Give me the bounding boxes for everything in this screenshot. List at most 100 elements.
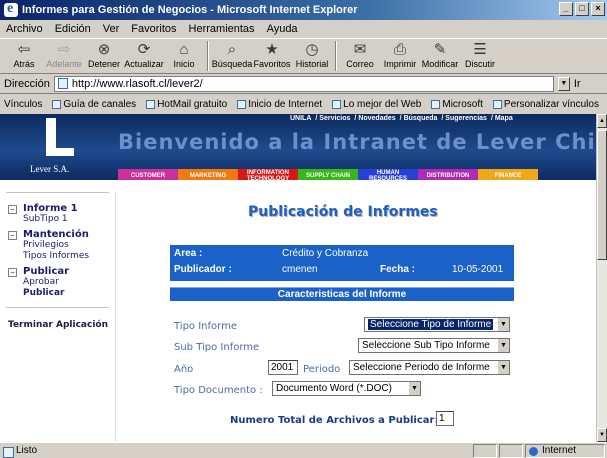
menu-edicion[interactable]: Edición bbox=[55, 23, 91, 35]
top-link-servicios[interactable]: Servicios bbox=[319, 115, 350, 122]
home-button[interactable]: ⌂ Inicio bbox=[164, 39, 204, 73]
edit-button[interactable]: ✎ Modificar bbox=[420, 39, 460, 73]
collapse-icon[interactable]: − bbox=[8, 268, 17, 277]
link-label: Guía de canales bbox=[63, 98, 137, 110]
status-cell bbox=[473, 443, 497, 458]
tree-label[interactable]: Publicar bbox=[23, 266, 69, 277]
scroll-up-icon[interactable]: ▲ bbox=[597, 114, 607, 128]
history-label: Historial bbox=[295, 59, 329, 69]
tree-item-publicar[interactable]: Publicar bbox=[23, 288, 69, 299]
tree-item-aprobar[interactable]: Aprobar bbox=[23, 277, 69, 288]
page-title: Publicación de Informes bbox=[248, 204, 438, 220]
nav-marketing[interactable]: MARKETING bbox=[178, 169, 238, 180]
page-icon bbox=[57, 78, 68, 89]
link-personalizar[interactable]: Personalizar vínculos bbox=[492, 99, 599, 110]
go-button[interactable]: Ir bbox=[574, 78, 581, 90]
menu-tree: − Informe 1 SubTipo 1 − Mantención Privi… bbox=[0, 193, 115, 299]
menu-ver[interactable]: Ver bbox=[103, 23, 120, 35]
forward-button[interactable]: ⇨ Adelante bbox=[44, 39, 84, 73]
scrollbar-thumb[interactable] bbox=[597, 130, 607, 260]
status-bar: Listo Internet bbox=[0, 442, 607, 458]
total-files-input[interactable]: 1 bbox=[436, 411, 454, 426]
menu-ayuda[interactable]: Ayuda bbox=[267, 23, 298, 35]
minimize-button[interactable]: _ bbox=[559, 2, 573, 16]
back-button[interactable]: ⇦ Atrás bbox=[4, 39, 44, 73]
refresh-label: Actualizar bbox=[124, 59, 164, 69]
menu-favoritos[interactable]: Favoritos bbox=[131, 23, 176, 35]
nav-finance[interactable]: FINANCE bbox=[478, 169, 538, 180]
stop-icon: ⊗ bbox=[97, 41, 111, 58]
anio-input[interactable]: 2001 bbox=[268, 360, 298, 375]
collapse-icon[interactable]: − bbox=[8, 231, 17, 240]
nav-information-technology[interactable]: INFORMATION TECHNOLOGY bbox=[238, 169, 298, 180]
tree-label[interactable]: Informe 1 bbox=[23, 203, 78, 214]
link-lo-mejor[interactable]: Lo mejor del Web bbox=[332, 99, 421, 110]
link-hotmail[interactable]: HotMail gratuito bbox=[146, 99, 227, 110]
stop-label: Detener bbox=[87, 59, 121, 69]
publish-form-area: Publicación de Informes Area : Crédito y… bbox=[140, 192, 596, 442]
tipo-informe-select[interactable]: Seleccione Tipo de Informe ▼ bbox=[364, 317, 510, 332]
link-label: Lo mejor del Web bbox=[343, 98, 422, 110]
menu-bar: Archivo Edición Ver Favoritos Herramient… bbox=[0, 20, 607, 38]
tree-item-privilegios[interactable]: Privilegios bbox=[23, 240, 89, 251]
chevron-down-icon: ▼ bbox=[408, 382, 420, 395]
tree-label[interactable]: Mantención bbox=[23, 229, 89, 240]
links-bar: Vínculos Guía de canales HotMail gratuit… bbox=[0, 94, 607, 114]
publisher-value: cmenen bbox=[282, 264, 318, 275]
top-link-mapa[interactable]: Mapa bbox=[495, 115, 513, 122]
top-link-unila[interactable]: UNILA bbox=[290, 115, 311, 122]
address-dropdown-button[interactable]: ▼ bbox=[557, 76, 570, 91]
vertical-scrollbar[interactable]: ▲ ▼ bbox=[596, 114, 607, 442]
periodo-value: Seleccione Periodo de Informe bbox=[353, 362, 490, 373]
search-button[interactable]: ⌕ Búsqueda bbox=[212, 39, 253, 73]
department-nav: CUSTOMER MARKETING INFORMATION TECHNOLOG… bbox=[118, 169, 538, 180]
exit-application-link[interactable]: Terminar Aplicación bbox=[0, 308, 115, 330]
tree-item-tipos-informes[interactable]: Tipos Informes bbox=[23, 251, 89, 262]
forward-label: Adelante bbox=[46, 59, 82, 69]
nav-distribution[interactable]: DISTRIBUTION bbox=[418, 169, 478, 180]
address-url: http://www.rlasoft.cl/lever2/ bbox=[71, 77, 203, 90]
menu-herramientas[interactable]: Herramientas bbox=[189, 23, 255, 35]
home-label: Inicio bbox=[173, 59, 195, 69]
history-button[interactable]: ◷ Historial bbox=[292, 39, 332, 73]
menu-archivo[interactable]: Archivo bbox=[6, 23, 43, 35]
top-link-busqueda[interactable]: Búsqueda bbox=[404, 115, 438, 122]
link-page-icon bbox=[237, 99, 247, 109]
discuss-button[interactable]: ☰ Discutir bbox=[460, 39, 500, 73]
mail-icon: ✉ bbox=[353, 41, 367, 58]
link-inicio-internet[interactable]: Inicio de Internet bbox=[237, 99, 322, 110]
nav-customer[interactable]: CUSTOMER bbox=[118, 169, 178, 180]
close-button[interactable]: × bbox=[591, 2, 605, 16]
top-link-sugerencias[interactable]: Sugerencias bbox=[445, 115, 487, 122]
address-input[interactable]: http://www.rlasoft.cl/lever2/ bbox=[53, 75, 554, 92]
printer-icon: ⎙ bbox=[393, 41, 406, 58]
tipo-documento-select[interactable]: Documento Word (*.DOC) ▼ bbox=[272, 381, 421, 396]
link-guia-canales[interactable]: Guía de canales bbox=[52, 99, 136, 110]
link-label: HotMail gratuito bbox=[157, 98, 228, 110]
top-link-novedades[interactable]: Novedades bbox=[358, 115, 395, 122]
stop-button[interactable]: ⊗ Detener bbox=[84, 39, 124, 73]
favorites-button[interactable]: ★ Favoritos bbox=[252, 39, 292, 73]
nav-supply-chain[interactable]: SUPPLY CHAIN bbox=[298, 169, 358, 180]
periodo-select[interactable]: Seleccione Periodo de Informe ▼ bbox=[349, 360, 510, 375]
ie-logo-icon bbox=[4, 0, 18, 19]
maximize-button[interactable]: □ bbox=[575, 2, 589, 16]
scroll-down-icon[interactable]: ▼ bbox=[597, 428, 607, 442]
mail-button[interactable]: ✉ Correo bbox=[340, 39, 380, 73]
print-label: Imprimir bbox=[383, 59, 417, 69]
periodo-label: Periodo bbox=[303, 364, 341, 375]
subtipo-informe-value: Seleccione Sub Tipo Informe bbox=[362, 340, 490, 351]
subtipo-informe-select[interactable]: Seleccione Sub Tipo Informe ▼ bbox=[358, 338, 510, 353]
history-icon: ◷ bbox=[305, 41, 319, 58]
link-page-icon bbox=[332, 99, 342, 109]
collapse-icon[interactable]: − bbox=[8, 205, 17, 214]
discuss-icon: ☰ bbox=[473, 41, 487, 58]
nav-human-resources[interactable]: HUMAN RESOURCES bbox=[358, 169, 418, 180]
tree-item-subtipo-1[interactable]: SubTipo 1 bbox=[23, 214, 78, 225]
info-panel: Area : Crédito y Cobranza Publicador : c… bbox=[170, 245, 514, 281]
refresh-button[interactable]: ⟳ Actualizar bbox=[124, 39, 164, 73]
chevron-down-icon: ▼ bbox=[497, 318, 509, 331]
print-button[interactable]: ⎙ Imprimir bbox=[380, 39, 420, 73]
total-files-label: Numero Total de Archivos a Publicar: bbox=[230, 415, 439, 426]
link-microsoft[interactable]: Microsoft bbox=[431, 99, 483, 110]
